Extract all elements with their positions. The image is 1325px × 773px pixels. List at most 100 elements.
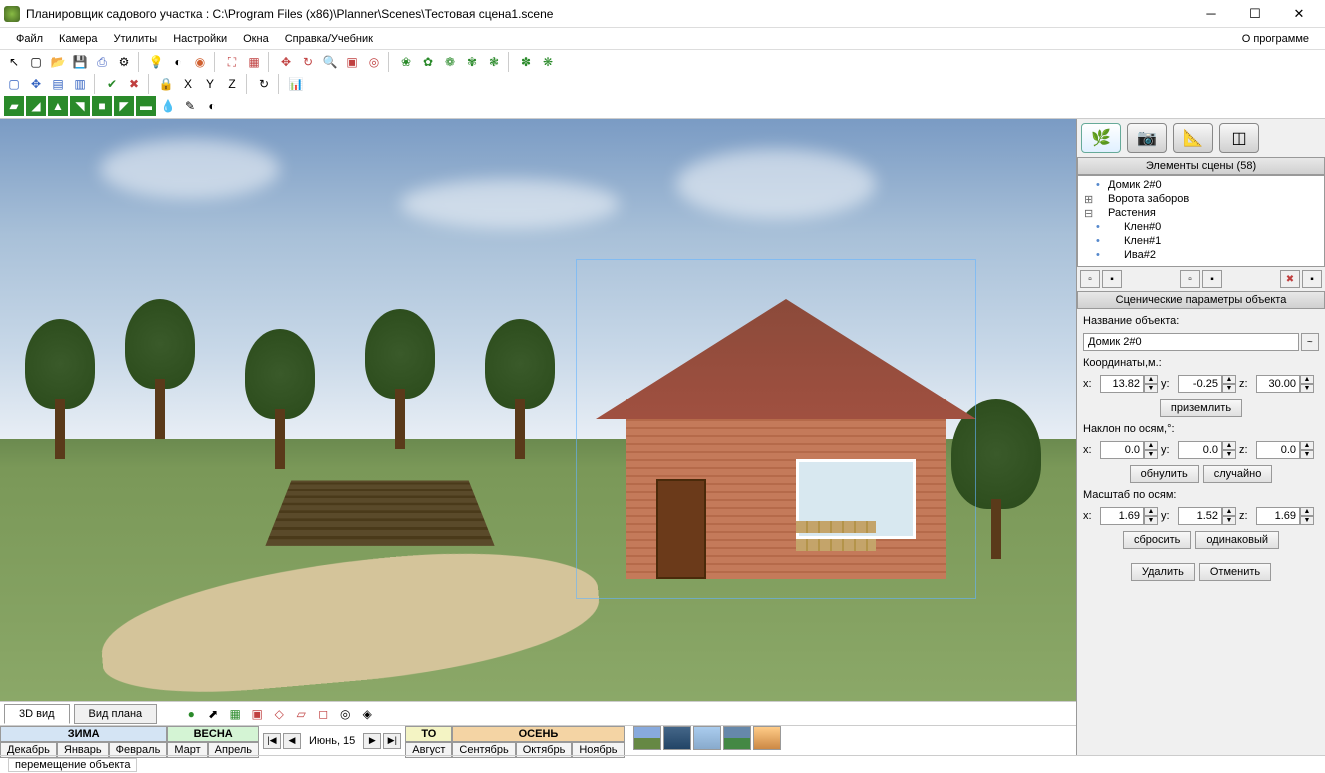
cancel-icon[interactable]: ✖ bbox=[124, 74, 144, 94]
plant7-icon[interactable]: ❋ bbox=[538, 52, 558, 72]
tilt-y-up[interactable]: ▲ bbox=[1222, 441, 1236, 450]
plant4-icon[interactable]: ✾ bbox=[462, 52, 482, 72]
cancel-button[interactable]: Отменить bbox=[1199, 563, 1271, 581]
scale-y-down[interactable]: ▼ bbox=[1222, 516, 1236, 525]
scene-tree[interactable]: Домик 2#0 Ворота заборов Растения Клен#0… bbox=[1077, 175, 1325, 267]
scale-x-input[interactable] bbox=[1100, 507, 1144, 525]
same-scale-button[interactable]: одинаковый bbox=[1195, 531, 1279, 549]
sky-thumb-4[interactable] bbox=[723, 726, 751, 750]
tilt-x-input[interactable] bbox=[1100, 441, 1144, 459]
plant6-icon[interactable]: ✽ bbox=[516, 52, 536, 72]
coord-y-up[interactable]: ▲ bbox=[1222, 375, 1236, 384]
tree-item-gates[interactable]: Ворота заборов bbox=[1080, 192, 1322, 206]
eyedrop-icon[interactable]: ✎ bbox=[180, 96, 200, 116]
tilt-z-input[interactable] bbox=[1256, 441, 1300, 459]
scale-y-input[interactable] bbox=[1178, 507, 1222, 525]
coord-x-input[interactable] bbox=[1100, 375, 1144, 393]
tilt-y-down[interactable]: ▼ bbox=[1222, 450, 1236, 459]
sky-thumb-3[interactable] bbox=[693, 726, 721, 750]
coord-x-down[interactable]: ▼ bbox=[1144, 384, 1158, 393]
season-summer[interactable]: ТО bbox=[405, 726, 452, 742]
panel-scene-icon[interactable]: 🌿 bbox=[1081, 123, 1121, 153]
minimize-button[interactable]: ─ bbox=[1189, 0, 1233, 28]
tree-btn-4[interactable]: ▪ bbox=[1202, 270, 1222, 288]
scale-z-down[interactable]: ▼ bbox=[1300, 516, 1314, 525]
date-prev-button[interactable]: ◀ bbox=[283, 733, 301, 749]
ground-button[interactable]: приземлить bbox=[1160, 399, 1242, 417]
name-dropdown-button[interactable]: ~ bbox=[1301, 333, 1319, 351]
reset-scale-button[interactable]: сбросить bbox=[1123, 531, 1191, 549]
random-button[interactable]: случайно bbox=[1203, 465, 1273, 483]
close-button[interactable]: ✕ bbox=[1277, 0, 1321, 28]
scale-x-down[interactable]: ▼ bbox=[1144, 516, 1158, 525]
panel-camera-icon[interactable]: 📷 bbox=[1127, 123, 1167, 153]
vt-target-icon[interactable]: ◎ bbox=[335, 704, 355, 724]
saveas-icon[interactable]: ⎙ bbox=[92, 52, 112, 72]
vt-shape1-icon[interactable]: ◇ bbox=[269, 704, 289, 724]
move-icon[interactable]: ✥ bbox=[276, 52, 296, 72]
terrain1-icon[interactable]: ▰ bbox=[4, 96, 24, 116]
pan-icon[interactable]: ✥ bbox=[26, 74, 46, 94]
tilt-x-down[interactable]: ▼ bbox=[1144, 450, 1158, 459]
menu-windows[interactable]: Окна bbox=[235, 30, 277, 48]
delete-button[interactable]: Удалить bbox=[1131, 563, 1195, 581]
new-icon[interactable]: ▢ bbox=[26, 52, 46, 72]
rotate-icon[interactable]: ↻ bbox=[298, 52, 318, 72]
sky-thumb-1[interactable] bbox=[633, 726, 661, 750]
plant1-icon[interactable]: ❀ bbox=[396, 52, 416, 72]
season-spring[interactable]: ВЕСНА bbox=[167, 726, 259, 742]
vt-shape3-icon[interactable]: ◻ bbox=[313, 704, 333, 724]
shadow-icon[interactable]: ◐ bbox=[202, 96, 222, 116]
panel-measure-icon[interactable]: 📐 bbox=[1173, 123, 1213, 153]
back-icon[interactable]: ▥ bbox=[70, 74, 90, 94]
coord-y-input[interactable] bbox=[1178, 375, 1222, 393]
reload-icon[interactable]: ↻ bbox=[254, 74, 274, 94]
tree-item-plants[interactable]: Растения bbox=[1080, 206, 1322, 220]
zoom-icon[interactable]: 🔍 bbox=[320, 52, 340, 72]
scale-z-input[interactable] bbox=[1256, 507, 1300, 525]
date-first-button[interactable]: |◀ bbox=[263, 733, 281, 749]
scale-z-up[interactable]: ▲ bbox=[1300, 507, 1314, 516]
plant3-icon[interactable]: ❁ bbox=[440, 52, 460, 72]
coord-y-down[interactable]: ▼ bbox=[1222, 384, 1236, 393]
tilt-z-up[interactable]: ▲ bbox=[1300, 441, 1314, 450]
tilt-z-down[interactable]: ▼ bbox=[1300, 450, 1314, 459]
menu-settings[interactable]: Настройки bbox=[165, 30, 235, 48]
season-winter[interactable]: ЗИМА bbox=[0, 726, 167, 742]
vt-shape2-icon[interactable]: ▱ bbox=[291, 704, 311, 724]
plant5-icon[interactable]: ❃ bbox=[484, 52, 504, 72]
light-toggle-icon[interactable]: ◐ bbox=[168, 52, 188, 72]
menu-file[interactable]: Файл bbox=[8, 30, 51, 48]
axis-z-icon[interactable]: Z bbox=[222, 74, 242, 94]
coord-z-down[interactable]: ▼ bbox=[1300, 384, 1314, 393]
terrain7-icon[interactable]: ▬ bbox=[136, 96, 156, 116]
menu-utilities[interactable]: Утилиты bbox=[106, 30, 166, 48]
scale-x-up[interactable]: ▲ bbox=[1144, 507, 1158, 516]
axis-y-icon[interactable]: Y bbox=[200, 74, 220, 94]
season-autumn[interactable]: ОСЕНЬ bbox=[452, 726, 624, 742]
sky-thumb-2[interactable] bbox=[663, 726, 691, 750]
axis-x-icon[interactable]: X bbox=[178, 74, 198, 94]
window-icon[interactable]: ▢ bbox=[4, 74, 24, 94]
3d-viewport[interactable] bbox=[0, 119, 1076, 701]
water-icon[interactable]: 💧 bbox=[158, 96, 178, 116]
vt-sphere-icon[interactable]: ● bbox=[181, 704, 201, 724]
date-last-button[interactable]: ▶| bbox=[383, 733, 401, 749]
panel-cube-icon[interactable]: ◫ bbox=[1219, 123, 1259, 153]
gear-icon[interactable]: ⚙ bbox=[114, 52, 134, 72]
tree-item-willow2[interactable]: Ива#2 bbox=[1080, 248, 1322, 262]
terrain6-icon[interactable]: ◤ bbox=[114, 96, 134, 116]
menu-help[interactable]: Справка/Учебник bbox=[277, 30, 381, 48]
target-icon[interactable]: ◎ bbox=[364, 52, 384, 72]
adjust-icon[interactable]: ◉ bbox=[190, 52, 210, 72]
zoom-extents-icon[interactable]: ⛶ bbox=[222, 52, 242, 72]
scale-y-up[interactable]: ▲ bbox=[1222, 507, 1236, 516]
terrain3-icon[interactable]: ▲ bbox=[48, 96, 68, 116]
sky-thumb-5[interactable] bbox=[753, 726, 781, 750]
object-name-input[interactable] bbox=[1083, 333, 1299, 351]
chart-icon[interactable]: 📊 bbox=[286, 74, 306, 94]
coord-z-input[interactable] bbox=[1256, 375, 1300, 393]
terrain2-icon[interactable]: ◢ bbox=[26, 96, 46, 116]
pointer-icon[interactable]: ↖ bbox=[4, 52, 24, 72]
tilt-y-input[interactable] bbox=[1178, 441, 1222, 459]
